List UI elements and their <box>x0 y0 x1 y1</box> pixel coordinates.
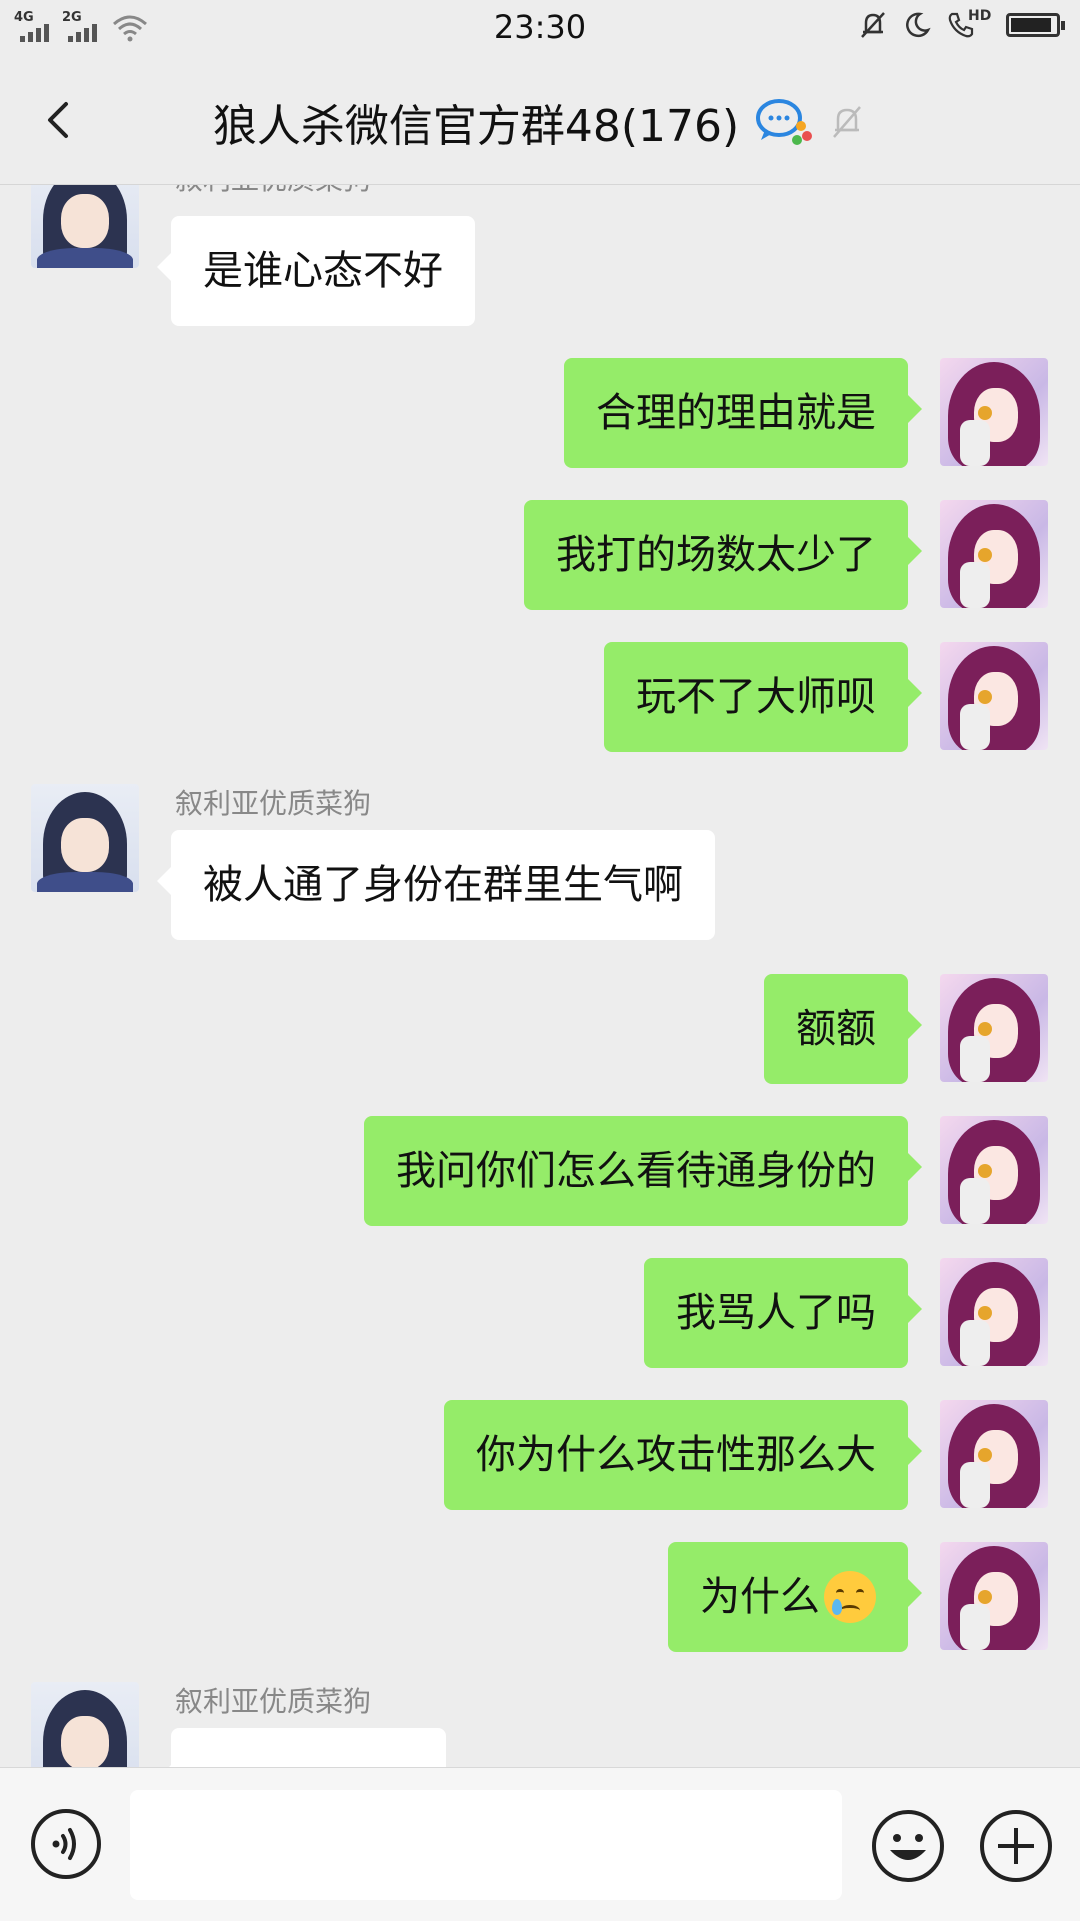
moon-icon <box>906 12 931 38</box>
title-group: 狼人杀微信官方群48(176) <box>0 90 1080 154</box>
status-bar: 4G 2G 23:30 HD <box>0 0 1080 60</box>
message-bubble[interactable] <box>157 1728 446 1767</box>
message-bubble[interactable]: 被人通了身份在群里生气啊 <box>157 830 715 940</box>
message-text: 为什么 <box>700 1574 820 1620</box>
message-row: 叙利亚优质菜狗 被人通了身份在群里生气啊 <box>0 784 1080 959</box>
bell-muted-icon <box>861 12 885 38</box>
plus-icon[interactable] <box>978 1808 1054 1884</box>
my-avatar[interactable] <box>940 1258 1048 1366</box>
message-bubble[interactable]: 我打的场数太少了 <box>524 500 922 610</box>
wechat-group-icon <box>756 99 813 145</box>
sender-name: 叙利亚优质菜狗 <box>175 1685 372 1718</box>
sender-name: 叙利亚优质菜狗 <box>175 185 371 198</box>
message-bubble[interactable]: 你为什么攻击性那么大 <box>444 1400 922 1510</box>
voice-input-icon[interactable] <box>30 1808 102 1880</box>
message-list[interactable]: 叙利亚优质菜狗 是谁心态不好 合理的理由就是 我打的场数太少了 玩不了大师呗 叙… <box>0 185 1080 1767</box>
message-row: 你为什么攻击性那么大 <box>0 1400 1080 1510</box>
emoji-icon[interactable] <box>870 1808 946 1884</box>
message-bubble[interactable]: 额额 <box>764 974 922 1084</box>
chat-header: 狼人杀微信官方群48(176) <box>0 60 1080 185</box>
my-avatar[interactable] <box>940 1116 1048 1224</box>
chat-title: 狼人杀微信官方群48(176) <box>212 101 740 152</box>
input-bar <box>0 1767 1080 1921</box>
message-row: 叙利亚优质菜狗 <box>0 1682 1080 1767</box>
message-row: 我骂人了吗 <box>0 1258 1080 1368</box>
my-avatar[interactable] <box>940 642 1048 750</box>
message-row: 合理的理由就是 <box>0 358 1080 468</box>
mute-bell-icon <box>833 106 862 138</box>
hd-call-icon: HD <box>946 8 992 40</box>
sender-avatar[interactable] <box>31 185 139 268</box>
message-row: 我问你们怎么看待通身份的 <box>0 1116 1080 1226</box>
my-avatar[interactable] <box>940 500 1048 608</box>
message-row: 额额 <box>0 974 1080 1084</box>
message-bubble[interactable]: 合理的理由就是 <box>564 358 922 468</box>
message-bubble[interactable]: 我骂人了吗 <box>644 1258 922 1368</box>
message-bubble[interactable]: 玩不了大师呗 <box>604 642 922 752</box>
my-avatar[interactable] <box>940 1542 1048 1650</box>
sender-avatar[interactable] <box>31 784 139 892</box>
message-bubble[interactable]: 为什么 <box>668 1542 922 1652</box>
hd-label: HD <box>968 8 992 24</box>
crying-face-icon <box>824 1571 876 1623</box>
message-row: 为什么 <box>0 1542 1080 1652</box>
my-avatar[interactable] <box>940 358 1048 466</box>
sender-name: 叙利亚优质菜狗 <box>175 787 372 820</box>
message-row: 叙利亚优质菜狗 是谁心态不好 <box>0 185 1080 326</box>
message-bubble[interactable]: 我问你们怎么看待通身份的 <box>364 1116 922 1226</box>
message-row: 我打的场数太少了 <box>0 500 1080 610</box>
sender-avatar[interactable] <box>31 1682 139 1767</box>
message-bubble[interactable]: 是谁心态不好 <box>157 216 475 326</box>
message-input[interactable] <box>130 1790 842 1900</box>
battery-icon <box>1006 13 1065 37</box>
my-avatar[interactable] <box>940 974 1048 1082</box>
status-right-icons: HD <box>858 8 1065 40</box>
my-avatar[interactable] <box>940 1400 1048 1508</box>
battery-fill <box>1011 18 1052 32</box>
message-row: 玩不了大师呗 <box>0 642 1080 752</box>
